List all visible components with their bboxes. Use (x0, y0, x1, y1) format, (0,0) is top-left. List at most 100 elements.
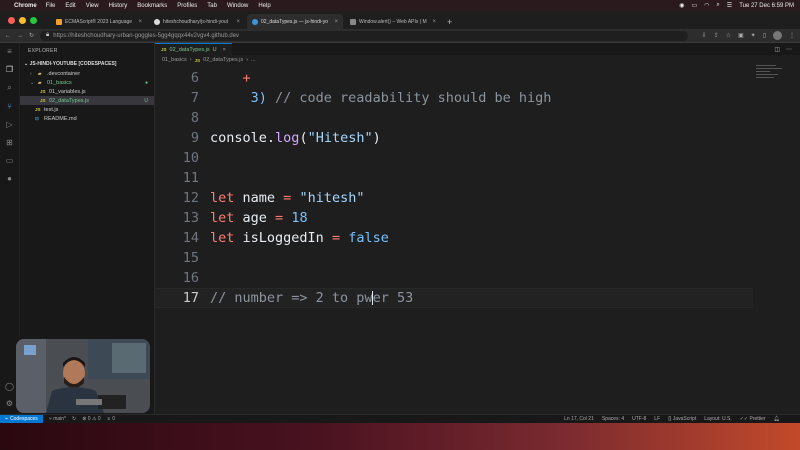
wifi-icon[interactable]: ◠ (704, 2, 709, 9)
browser-tab-2[interactable]: hiteshchoudhary/js-hindi-yout × (149, 14, 245, 29)
menu-profiles[interactable]: Profiles (177, 3, 197, 9)
editor-scrollbar[interactable] (792, 68, 800, 408)
maximize-window-button[interactable] (30, 16, 37, 24)
menu-tab[interactable]: Tab (207, 3, 217, 9)
share-icon[interactable]: ⇪ (714, 32, 719, 39)
explorer-icon[interactable]: ❐ (6, 65, 13, 74)
menu-edit[interactable]: Edit (65, 3, 75, 9)
browser-tab-1[interactable]: ECMAScript® 2023 Language × (51, 14, 147, 29)
profile-avatar[interactable] (773, 31, 782, 40)
end-of-line[interactable]: LF (654, 416, 660, 422)
menu-history[interactable]: History (109, 3, 128, 9)
battery-icon[interactable]: ▭ (692, 2, 698, 9)
close-tab-icon[interactable]: × (432, 19, 436, 25)
sidepanel-icon[interactable]: ▯ (763, 32, 766, 39)
tree-item-readme[interactable]: ⊡ README.md (20, 114, 154, 123)
close-tab-icon[interactable]: × (223, 47, 226, 53)
code-line[interactable]: 15 (155, 248, 755, 268)
menu-view[interactable]: View (86, 3, 99, 9)
keyboard-layout[interactable]: Layout: U.S. (704, 416, 732, 422)
forward-icon[interactable]: → (17, 33, 23, 39)
clock[interactable]: Tue 27 Dec 6:59 PM (739, 3, 794, 9)
notifications-icon[interactable]: 🔔︎ (774, 416, 780, 422)
sync-icon[interactable]: ↻ (72, 416, 76, 422)
record-icon[interactable]: ◉ (679, 2, 684, 9)
code-line[interactable]: 7 3) // code readability should be high (155, 88, 755, 108)
code-line[interactable]: 13 let age = 18 (155, 208, 755, 228)
chevron-down-icon: ⌄ (30, 79, 35, 86)
close-window-button[interactable] (8, 16, 15, 24)
source-control-icon[interactable]: ⑂ (7, 102, 12, 111)
new-tab-button[interactable]: + (443, 14, 456, 29)
search-icon[interactable]: ⌕ (7, 83, 11, 93)
encoding[interactable]: UTF-8 (632, 416, 646, 422)
account-icon[interactable]: ◯ (5, 382, 14, 391)
code-line[interactable]: 12 let name = "hitesh" (155, 188, 755, 208)
menu-file[interactable]: File (46, 3, 56, 9)
line-number: 10 (182, 150, 199, 166)
prettier-indicator[interactable]: ✓✓ Prettier (740, 416, 766, 422)
code-line[interactable]: 17 // number => 2 to pwer 53 (155, 288, 753, 308)
language-mode[interactable]: {} JavaScript (668, 416, 696, 422)
indentation[interactable]: Spaces: 4 (602, 416, 624, 422)
run-debug-icon[interactable]: ▷ (6, 120, 12, 129)
chevron-right-icon: › (30, 70, 32, 77)
editor-actions: ◫ ⋯ (774, 43, 800, 55)
close-tab-icon[interactable]: × (236, 19, 240, 25)
more-actions-icon[interactable]: ⋯ (786, 46, 792, 53)
code-line[interactable]: 16 (155, 268, 755, 288)
code-text: let name = "hitesh" (210, 190, 364, 206)
reload-icon[interactable]: ↻ (29, 32, 34, 39)
cursor-position[interactable]: Ln 17, Col 21 (564, 416, 594, 422)
branch-indicator[interactable]: ⑂ main* (49, 416, 66, 422)
github-icon[interactable]: ● (7, 174, 12, 183)
tree-item-02-datatypes[interactable]: JS 02_dataTypes.js U (20, 96, 154, 105)
star-icon[interactable]: ☆ (726, 32, 731, 39)
more-icon[interactable]: ⋮ (789, 32, 795, 39)
extension-icon[interactable]: ▣ (738, 32, 744, 39)
line-number: 16 (182, 270, 199, 286)
browser-tab-4[interactable]: Window.alert() – Web APIs | M × (345, 14, 441, 29)
install-icon[interactable]: ⇩ (702, 32, 707, 39)
menu-app-name[interactable]: Chrome (14, 3, 37, 9)
search-icon[interactable]: ⌕ (716, 2, 719, 9)
editor-tabs: JS 02_dataTypes.js U × ◫ ⋯ (155, 43, 800, 55)
code-line[interactable]: 9 console.log("Hitesh") (155, 128, 755, 148)
tree-item-devcontainer[interactable]: › ▰ .devcontainer (20, 69, 154, 78)
status-bar-right: Ln 17, Col 21 Spaces: 4 UTF-8 LF {} Java… (564, 416, 800, 422)
menu-help[interactable]: Help (258, 3, 270, 9)
code-line[interactable]: 6 + (155, 68, 755, 88)
close-tab-icon[interactable]: × (138, 19, 142, 25)
tree-item-test-js[interactable]: JS test.js (20, 105, 154, 114)
code-line[interactable]: 10 (155, 148, 755, 168)
browser-tab-3[interactable]: 02_dataTypes.js — js-hindi-yo × (247, 14, 343, 29)
problems-indicator[interactable]: ⊗ 0 ⚠ 0 (82, 416, 100, 422)
control-center-icon[interactable]: ☰ (727, 2, 732, 9)
address-bar[interactable]: 🔒︎ https://hiteshchoudhary-urban-goggles… (40, 30, 688, 41)
minimap[interactable] (756, 65, 786, 105)
code-token: // number => 2 to pw (210, 290, 373, 306)
back-icon[interactable]: ← (5, 33, 11, 39)
tree-item-01-variables[interactable]: JS 01_variables.js (20, 87, 154, 96)
extensions-icon[interactable]: ⊞ (6, 138, 13, 147)
puzzle-icon[interactable]: ✦ (751, 32, 756, 39)
close-tab-icon[interactable]: × (334, 19, 338, 25)
code-line[interactable]: 11 (155, 168, 755, 188)
tree-item-01-basics[interactable]: ⌄ ▰ 01_basics ● (20, 78, 154, 87)
menu-window[interactable]: Window (227, 3, 248, 9)
breadcrumb-file[interactable]: 02_dataTypes.js (203, 57, 243, 63)
code-line[interactable]: 8 (155, 108, 755, 128)
workspace-root[interactable]: ⌄ JS-HINDI-YOUTUBE [CODESPACES] (20, 59, 154, 69)
settings-gear-icon[interactable]: ⚙ (6, 399, 13, 408)
breadcrumb-symbol[interactable]: ... (251, 57, 256, 63)
breadcrumb-folder[interactable]: 01_basics (162, 57, 187, 63)
editor-tab-02-datatypes[interactable]: JS 02_dataTypes.js U × (155, 43, 232, 55)
error-count: 0 (87, 416, 91, 422)
menu-bookmarks[interactable]: Bookmarks (137, 3, 167, 9)
menu-icon[interactable]: ≡ (7, 47, 12, 56)
split-editor-icon[interactable]: ◫ (774, 46, 780, 53)
code-line[interactable]: 14 let isLoggedIn = false (155, 228, 755, 248)
remote-explorer-icon[interactable]: ▭ (6, 156, 14, 165)
minimize-window-button[interactable] (19, 16, 26, 24)
ports-indicator[interactable]: ⌆ 0 (107, 416, 115, 422)
